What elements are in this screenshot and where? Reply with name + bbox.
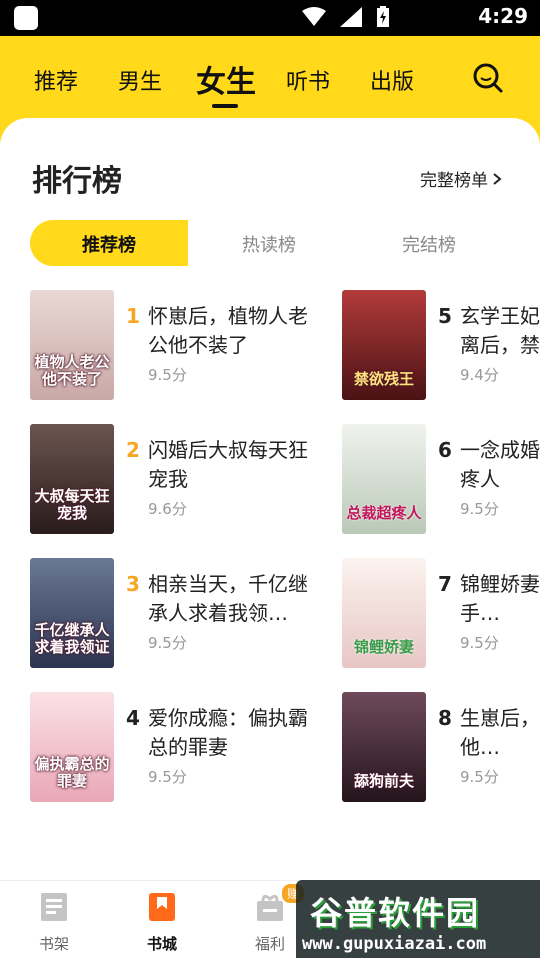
tab-male[interactable]: 男生 bbox=[118, 64, 162, 96]
book-title: 生崽后，夫总说他… bbox=[460, 706, 540, 759]
rank-number: 6 bbox=[438, 438, 452, 462]
rank-number: 2 bbox=[126, 438, 140, 462]
ranking-subtabs: 推荐榜 热读榜 完结榜 bbox=[30, 220, 510, 266]
book-item[interactable]: 千亿继承人求着我领证 3 相亲当天，千亿继承人求着我领… 9.5分 bbox=[30, 558, 330, 668]
cover-title: 禁欲残王 bbox=[353, 370, 414, 388]
subtab-completed[interactable]: 完结榜 bbox=[402, 231, 456, 257]
cover-title: 千亿继承人求着我领证 bbox=[34, 621, 110, 656]
ranking-panel: 排行榜 完整榜单 推荐榜 热读榜 完结榜 植物人老公他不装了 1 怀崽后，植物人… bbox=[0, 118, 540, 960]
book-score: 9.4分 bbox=[460, 366, 499, 384]
signal-icon bbox=[340, 7, 362, 27]
book-title: 爱你成瘾：偏执霸总的罪妻 bbox=[148, 706, 308, 759]
watermark: 谷普软件园 www.gupuxiazai.com bbox=[296, 880, 540, 958]
tab-female[interactable]: 女生 bbox=[196, 57, 256, 101]
book-score: 9.5分 bbox=[148, 768, 187, 786]
book-item[interactable]: 禁欲残王 5 玄学王妃：王爷和离后，禁欲残王… 9.4分 bbox=[342, 290, 540, 400]
tab-publish[interactable]: 出版 bbox=[370, 64, 414, 96]
subtab-hot[interactable]: 热读榜 bbox=[242, 231, 296, 257]
full-list-link[interactable]: 完整榜单 bbox=[420, 166, 502, 191]
book-cover[interactable]: 总裁超疼人 bbox=[342, 424, 426, 534]
book-cover[interactable]: 植物人老公他不装了 bbox=[30, 290, 114, 400]
bookstore-icon bbox=[149, 893, 175, 921]
app-icon bbox=[14, 6, 38, 30]
chevron-right-icon bbox=[493, 172, 502, 185]
bookshelf-icon bbox=[41, 893, 67, 921]
cover-title: 大叔每天狂宠我 bbox=[34, 487, 110, 522]
wifi-icon bbox=[302, 7, 326, 26]
nav-bookshelf[interactable]: 书架 bbox=[24, 891, 84, 954]
book-score: 9.5分 bbox=[148, 366, 187, 384]
rank-number: 1 bbox=[126, 304, 140, 328]
book-score: 9.5分 bbox=[148, 634, 187, 652]
rank-number: 7 bbox=[438, 572, 452, 596]
rank-number: 4 bbox=[126, 706, 140, 730]
book-cover[interactable]: 舔狗前夫 bbox=[342, 692, 426, 802]
tab-audiobook[interactable]: 听书 bbox=[286, 64, 330, 96]
book-score: 9.6分 bbox=[148, 500, 187, 518]
rank-number: 8 bbox=[438, 706, 452, 730]
cover-title: 总裁超疼人 bbox=[346, 504, 422, 522]
book-item[interactable]: 锦鲤娇妻 7 锦鲤娇妻：王宠妻手… 9.5分 bbox=[342, 558, 540, 668]
book-cover[interactable]: 千亿继承人求着我领证 bbox=[30, 558, 114, 668]
book-title: 一念成婚：总裁超疼人 bbox=[460, 438, 540, 491]
nav-bookshelf-label: 书架 bbox=[38, 935, 69, 953]
book-title: 闪婚后大叔每天狂宠我 bbox=[148, 438, 308, 491]
book-title: 锦鲤娇妻：王宠妻手… bbox=[460, 572, 540, 625]
book-cover[interactable]: 大叔每天狂宠我 bbox=[30, 424, 114, 534]
book-item[interactable]: 舔狗前夫 8 生崽后，夫总说他… 9.5分 bbox=[342, 692, 540, 802]
battery-icon bbox=[377, 6, 389, 27]
book-score: 9.5分 bbox=[460, 634, 499, 652]
book-title: 玄学王妃：王爷和离后，禁欲残王… bbox=[460, 304, 540, 357]
nav-bookstore[interactable]: 书城 bbox=[132, 891, 192, 954]
book-item[interactable]: 植物人老公他不装了 1 怀崽后，植物人老公他不装了 9.5分 bbox=[30, 290, 330, 400]
book-cover[interactable]: 偏执霸总的罪妻 bbox=[30, 692, 114, 802]
cover-title: 锦鲤娇妻 bbox=[353, 638, 414, 656]
book-item[interactable]: 大叔每天狂宠我 2 闪婚后大叔每天狂宠我 9.6分 bbox=[30, 424, 330, 534]
section-title: 排行榜 bbox=[32, 164, 122, 199]
category-tabs: 推荐 男生 女生 听书 出版 bbox=[0, 60, 540, 100]
book-item[interactable]: 总裁超疼人 6 一念成婚：总裁超疼人 9.5分 bbox=[342, 424, 540, 534]
book-score: 9.5分 bbox=[460, 768, 499, 786]
status-bar: 4:29 bbox=[0, 0, 540, 36]
watermark-en: www.gupuxiazai.com bbox=[302, 934, 487, 954]
watermark-cn: 谷普软件园 bbox=[310, 894, 481, 932]
book-title: 怀崽后，植物人老公他不装了 bbox=[148, 304, 308, 357]
status-icons bbox=[302, 6, 390, 28]
status-time: 4:29 bbox=[478, 4, 528, 28]
rank-number: 3 bbox=[126, 572, 140, 596]
nav-welfare-label: 福利 bbox=[254, 935, 285, 953]
active-tab-indicator bbox=[212, 104, 238, 108]
book-item[interactable]: 偏执霸总的罪妻 4 爱你成瘾：偏执霸总的罪妻 9.5分 bbox=[30, 692, 330, 802]
full-list-label: 完整榜单 bbox=[420, 171, 488, 191]
book-cover[interactable]: 禁欲残王 bbox=[342, 290, 426, 400]
search-icon[interactable] bbox=[472, 62, 504, 94]
cover-title: 植物人老公他不装了 bbox=[34, 353, 110, 388]
book-cover[interactable]: 锦鲤娇妻 bbox=[342, 558, 426, 668]
gift-icon bbox=[257, 894, 283, 921]
book-title: 相亲当天，千亿继承人求着我领… bbox=[148, 572, 308, 625]
rank-number: 5 bbox=[438, 304, 452, 328]
subtab-recommend[interactable]: 推荐榜 bbox=[82, 231, 136, 257]
cover-title: 舔狗前夫 bbox=[353, 772, 414, 790]
nav-bookstore-label: 书城 bbox=[146, 935, 177, 953]
book-score: 9.5分 bbox=[460, 500, 499, 518]
tab-recommend[interactable]: 推荐 bbox=[34, 64, 78, 96]
cover-title: 偏执霸总的罪妻 bbox=[34, 755, 110, 790]
